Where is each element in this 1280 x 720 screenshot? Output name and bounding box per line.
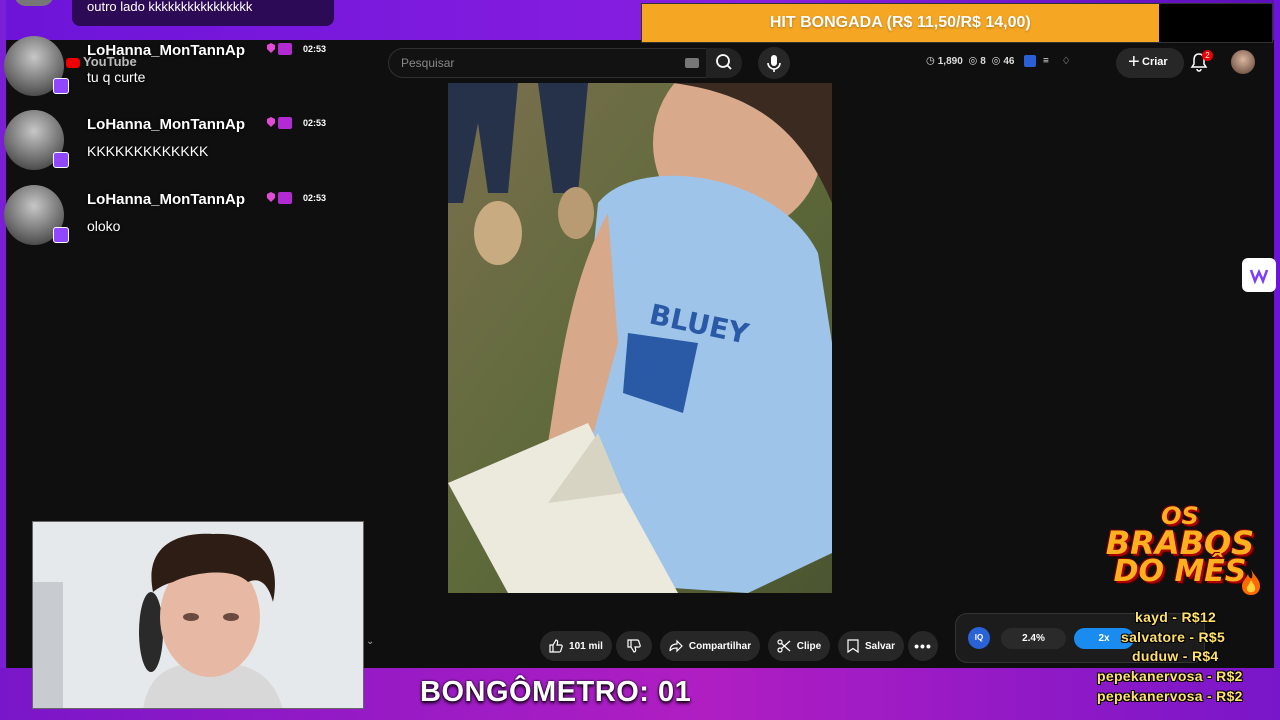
fire-icon — [1242, 569, 1260, 595]
chat-text: oloko — [87, 218, 121, 234]
donor-entry: duduw - R$4 — [1132, 648, 1219, 664]
chat-username: LoHanna_MonTannAp — [87, 116, 246, 133]
video-frame: BLUEY — [448, 83, 832, 593]
more-horizontal-icon: ••• — [914, 638, 932, 654]
notification-badge: 2 — [1202, 50, 1213, 61]
scissors-icon — [777, 639, 791, 653]
like-button[interactable]: 101 mil — [540, 631, 612, 661]
chevron-down-icon[interactable]: ⌄ — [366, 636, 374, 647]
bookmark-icon — [847, 639, 859, 653]
goal-alert-bar: HIT BONGADA (R$ 11,50/R$ 14,00) — [641, 3, 1273, 43]
twitch-icon — [53, 152, 69, 168]
search-icon — [716, 54, 732, 70]
clip-button[interactable]: Clipe — [768, 631, 830, 661]
goal-progress-fill: HIT BONGADA (R$ 11,50/R$ 14,00) — [642, 4, 1159, 42]
donor-entry: kayd - R$12 — [1135, 609, 1217, 625]
chat-message: LoHanna_MonTannAp 02:53 tu q curte — [0, 36, 340, 106]
eye-icon: ◎ — [991, 55, 1001, 67]
share-icon — [669, 639, 683, 653]
thumbs-up-icon — [549, 639, 563, 653]
chat-message: LoHanna_MonTannAp 02:53 oloko — [0, 185, 340, 255]
more-options-button[interactable]: ••• — [908, 631, 938, 661]
donor-entry: pepekanervosa - R$2 — [1097, 688, 1243, 704]
donor-entry: pepekanervosa - R$2 — [1097, 668, 1243, 684]
share-button[interactable]: Compartilhar — [660, 631, 760, 661]
chat-timestamp: 02:53 — [303, 44, 327, 54]
stream-frame-right — [1274, 0, 1280, 720]
chat-text: tu q curte — [87, 69, 146, 85]
clock-icon: ◷ — [926, 55, 935, 67]
iq-logo: IQ — [968, 627, 990, 649]
video-player[interactable]: BLUEY — [448, 83, 832, 593]
twitch-icon — [53, 227, 69, 243]
chat-timestamp: 02:53 — [303, 118, 327, 128]
webcam-feed — [32, 521, 364, 709]
dislike-button[interactable] — [616, 631, 652, 661]
menu-lines-icon[interactable]: ≡ — [1043, 56, 1049, 67]
previous-chat-message: outro lado kkkkkkkkkkkkkkkk — [72, 0, 334, 26]
twitch-icon — [53, 78, 69, 94]
subscriber-badge-icon — [267, 192, 292, 204]
mic-icon — [767, 55, 781, 72]
create-button[interactable]: Criar — [1116, 48, 1184, 78]
eye-icon: ◎ — [968, 55, 978, 67]
save-button[interactable]: Salvar — [838, 631, 904, 661]
bongometro-label: BONGÔMETRO: 01 — [420, 676, 692, 708]
extension-icon[interactable] — [1024, 55, 1037, 67]
subscriber-badge-icon — [267, 117, 292, 129]
account-avatar[interactable] — [1231, 50, 1255, 74]
chat-username: LoHanna_MonTannAp — [87, 191, 246, 208]
streamer-image — [33, 522, 363, 708]
search-button[interactable] — [706, 48, 742, 78]
extension-stats: ◷ 1,890 ◎ 8 ◎ 46 ≡ ♢ — [926, 55, 1071, 67]
search-placeholder: Pesquisar — [401, 56, 455, 70]
chat-username: LoHanna_MonTannAp — [87, 42, 246, 59]
voice-search-button[interactable] — [758, 47, 790, 79]
subscriber-badge-icon — [267, 43, 292, 55]
keyboard-icon[interactable] — [685, 58, 699, 68]
extension-logo-icon — [1249, 268, 1269, 285]
iq-percent[interactable]: 2.4% — [1001, 628, 1066, 649]
thumbs-down-icon — [627, 639, 641, 653]
chat-text: KKKKKKKKKKKKK — [87, 143, 209, 159]
goal-alert-text: HIT BONGADA (R$ 11,50/R$ 14,00) — [769, 14, 1031, 31]
donor-entry: salvatore - R$5 — [1121, 629, 1226, 645]
side-extension-widget[interactable] — [1242, 258, 1276, 292]
trophy-icon[interactable]: ♢ — [1062, 56, 1071, 67]
chat-timestamp: 02:53 — [303, 193, 327, 203]
chat-message: LoHanna_MonTannAp 02:53 KKKKKKKKKKKKK — [0, 110, 340, 180]
search-input[interactable]: Pesquisar — [388, 48, 714, 78]
